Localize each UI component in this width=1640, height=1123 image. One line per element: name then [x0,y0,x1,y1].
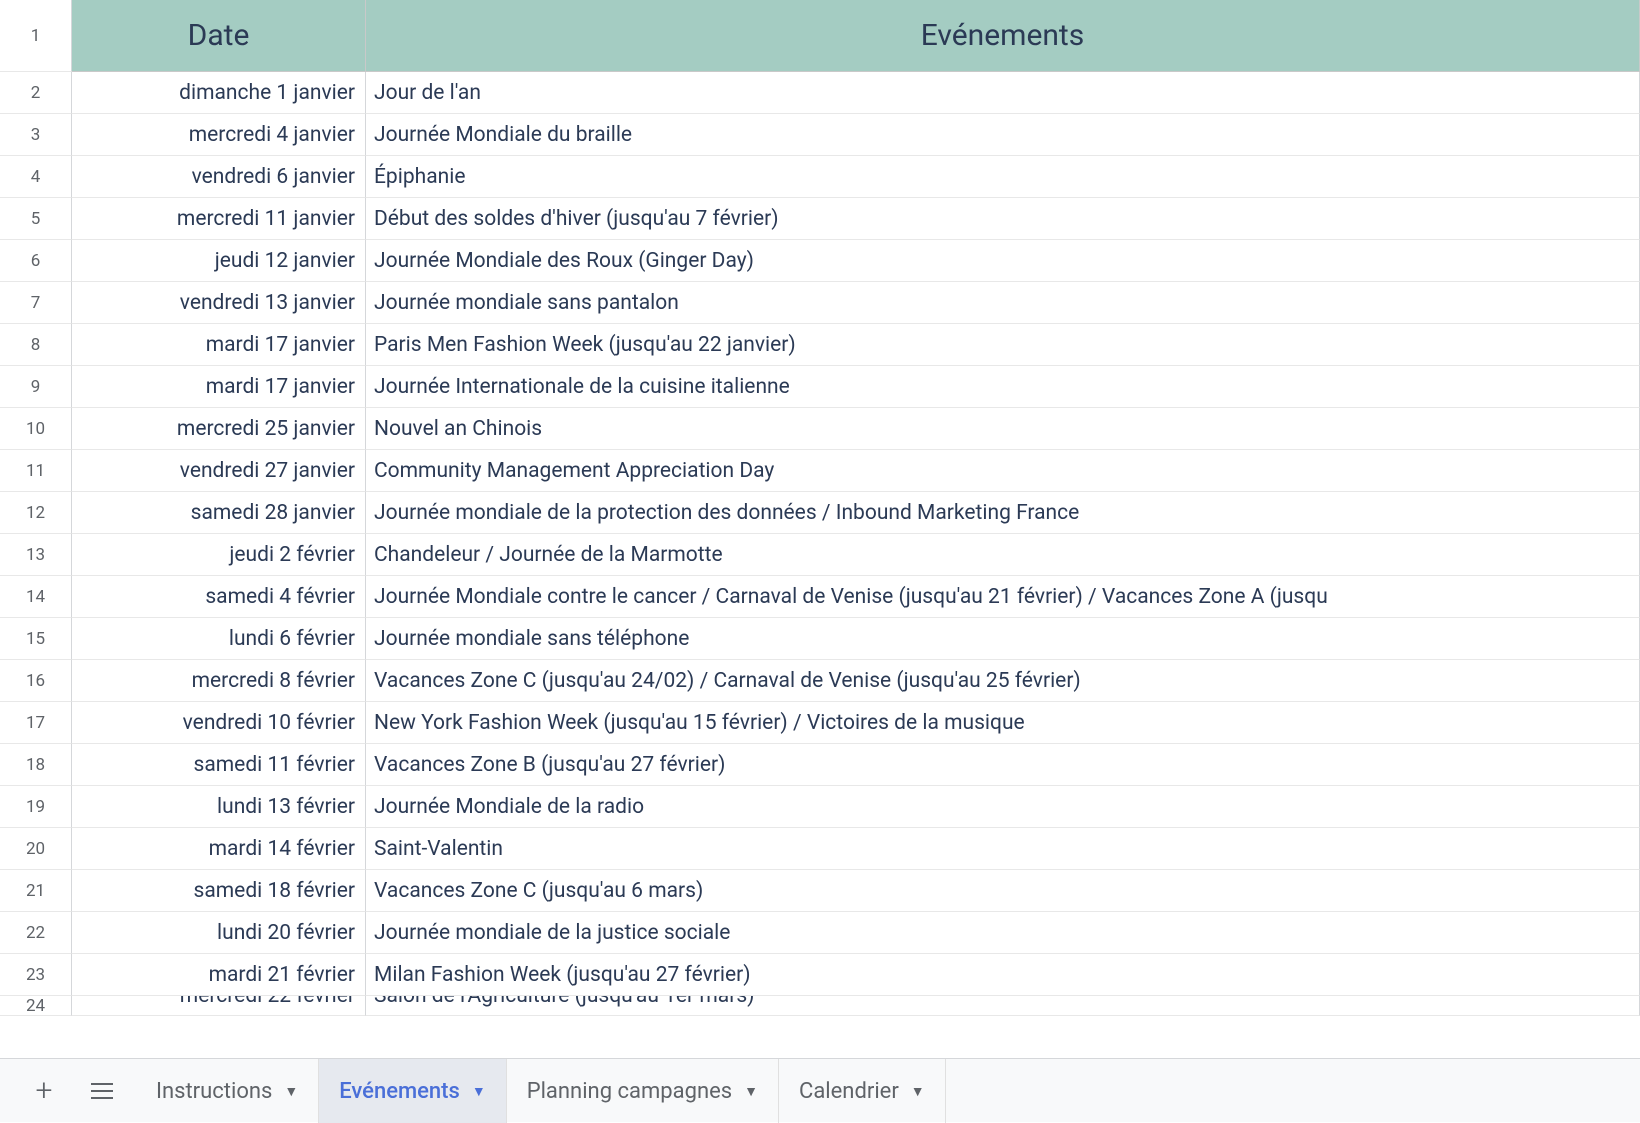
all-sheets-button[interactable] [78,1067,126,1115]
event-cell[interactable]: Journée mondiale de la protection des do… [366,492,1640,534]
date-cell[interactable]: vendredi 27 janvier [72,450,366,492]
row-number[interactable]: 21 [0,870,72,912]
date-cell[interactable]: samedi 11 février [72,744,366,786]
chevron-down-icon[interactable]: ▼ [284,1083,298,1100]
sheet-tab-calendrier[interactable]: Calendrier ▼ [779,1059,946,1123]
row-number[interactable]: 3 [0,114,72,156]
sheet-tab-planning-campagnes[interactable]: Planning campagnes ▼ [507,1059,779,1123]
event-cell[interactable]: Épiphanie [366,156,1640,198]
event-cell[interactable]: Community Management Appreciation Day [366,450,1640,492]
date-cell[interactable]: jeudi 2 février [72,534,366,576]
row-number[interactable]: 8 [0,324,72,366]
event-cell[interactable]: Journée mondiale sans pantalon [366,282,1640,324]
chevron-down-icon[interactable]: ▼ [744,1083,758,1100]
row-number[interactable]: 23 [0,954,72,996]
row-number[interactable]: 19 [0,786,72,828]
date-cell[interactable]: lundi 6 février [72,618,366,660]
menu-icon [91,1083,113,1099]
event-cell[interactable]: Chandeleur / Journée de la Marmotte [366,534,1640,576]
row-number[interactable]: 18 [0,744,72,786]
event-cell[interactable]: Paris Men Fashion Week (jusqu'au 22 janv… [366,324,1640,366]
row-number[interactable]: 22 [0,912,72,954]
date-cell[interactable]: mardi 17 janvier [72,324,366,366]
row-number[interactable]: 5 [0,198,72,240]
event-cell[interactable]: Vacances Zone C (jusqu'au 6 mars) [366,870,1640,912]
date-cell[interactable]: samedi 28 janvier [72,492,366,534]
event-cell[interactable]: Jour de l'an [366,72,1640,114]
event-cell[interactable]: Journée Internationale de la cuisine ita… [366,366,1640,408]
date-cell[interactable]: vendredi 10 février [72,702,366,744]
row-number[interactable]: 15 [0,618,72,660]
event-cell[interactable]: Journée Mondiale des Roux (Ginger Day) [366,240,1640,282]
row-number[interactable]: 14 [0,576,72,618]
event-cell[interactable]: Journée Mondiale de la radio [366,786,1640,828]
row-number[interactable]: 9 [0,366,72,408]
sheet-tab-label: Calendrier [799,1079,899,1104]
date-cell[interactable]: mardi 17 janvier [72,366,366,408]
event-cell[interactable]: Milan Fashion Week (jusqu'au 27 février) [366,954,1640,996]
date-cell[interactable]: vendredi 13 janvier [72,282,366,324]
event-cell[interactable]: Journée mondiale sans téléphone [366,618,1640,660]
row-number-header[interactable]: 1 [0,0,72,72]
row-number[interactable]: 20 [0,828,72,870]
event-cell[interactable]: Journée Mondiale contre le cancer / Carn… [366,576,1640,618]
event-cell[interactable]: Salon de l'Agriculture (jusqu'au 1er mar… [366,996,1640,1016]
event-cell[interactable]: Nouvel an Chinois [366,408,1640,450]
row-number[interactable]: 17 [0,702,72,744]
date-cell[interactable]: samedi 18 février [72,870,366,912]
sheet-tab-label: Planning campagnes [527,1079,732,1104]
row-number[interactable]: 7 [0,282,72,324]
spreadsheet-area[interactable]: 1DateEvénements 2dimanche 1 janvierJour d… [0,0,1640,1025]
date-cell[interactable]: mercredi 25 janvier [72,408,366,450]
row-number[interactable]: 11 [0,450,72,492]
plus-icon [36,1073,53,1108]
row-number[interactable]: 16 [0,660,72,702]
row-number[interactable]: 4 [0,156,72,198]
chevron-down-icon[interactable]: ▼ [472,1083,486,1100]
row-number[interactable]: 13 [0,534,72,576]
sheet-tab-label: Evénements [339,1079,460,1104]
sheet-tab-evénements[interactable]: Evénements ▼ [319,1059,506,1123]
event-cell[interactable]: Début des soldes d'hiver (jusqu'au 7 fév… [366,198,1640,240]
row-number[interactable]: 6 [0,240,72,282]
sheet-tab-bar: Instructions▼Evénements▼Planning campagn… [0,1058,1640,1122]
chevron-down-icon[interactable]: ▼ [911,1083,925,1100]
date-cell[interactable]: jeudi 12 janvier [72,240,366,282]
event-cell[interactable]: Journée mondiale de la justice sociale [366,912,1640,954]
event-cell[interactable]: Vacances Zone C (jusqu'au 24/02) / Carna… [366,660,1640,702]
date-cell[interactable]: mercredi 8 février [72,660,366,702]
event-cell[interactable]: Vacances Zone B (jusqu'au 27 février) [366,744,1640,786]
row-number[interactable]: 10 [0,408,72,450]
event-cell[interactable]: Saint-Valentin [366,828,1640,870]
column-header-date[interactable]: Date [72,0,366,72]
date-cell[interactable]: lundi 20 février [72,912,366,954]
date-cell[interactable]: mercredi 11 janvier [72,198,366,240]
sheet-tab-instructions[interactable]: Instructions ▼ [136,1059,319,1123]
sheet-tab-label: Instructions [156,1079,272,1104]
row-number[interactable]: 12 [0,492,72,534]
date-cell[interactable]: samedi 4 février [72,576,366,618]
row-number[interactable]: 24 [0,996,72,1016]
column-header-events[interactable]: Evénements [366,0,1640,72]
date-cell[interactable]: mardi 21 février [72,954,366,996]
date-cell[interactable]: vendredi 6 janvier [72,156,366,198]
date-cell[interactable]: mercredi 22 février [72,996,366,1016]
date-cell[interactable]: dimanche 1 janvier [72,72,366,114]
date-cell[interactable]: lundi 13 février [72,786,366,828]
event-cell[interactable]: New York Fashion Week (jusqu'au 15 févri… [366,702,1640,744]
event-cell[interactable]: Journée Mondiale du braille [366,114,1640,156]
date-cell[interactable]: mardi 14 février [72,828,366,870]
add-sheet-button[interactable] [20,1067,68,1115]
date-cell[interactable]: mercredi 4 janvier [72,114,366,156]
row-number[interactable]: 2 [0,72,72,114]
